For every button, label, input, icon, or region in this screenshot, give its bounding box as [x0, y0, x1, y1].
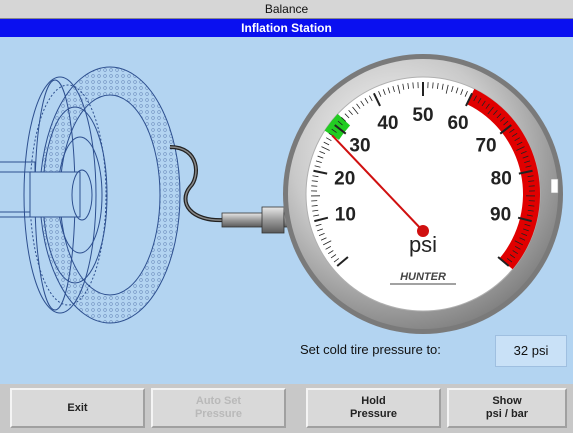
gauge-tick-label: 70 — [475, 136, 496, 157]
gauge-minor-tick — [412, 82, 414, 89]
gauge-tick-label: 50 — [412, 105, 433, 126]
gauge-unit-label: psi — [409, 232, 437, 257]
gauge-minor-tick — [432, 82, 434, 89]
screen-title: Inflation Station — [0, 19, 573, 37]
gauge-brand-logo: HUNTER — [400, 271, 446, 283]
gauge-tick-label: 90 — [490, 204, 511, 225]
setpoint-label: Set cold tire pressure to: — [300, 342, 441, 357]
tire-outline-icon — [0, 66, 181, 324]
gauge-tick-label: 80 — [491, 168, 512, 189]
inflation-station-screen: Balance Inflation Station 10 20 30 40 50… — [0, 0, 573, 433]
exit-button[interactable]: Exit — [10, 388, 145, 428]
gauge-tick-label: 60 — [447, 113, 468, 134]
show-units-button[interactable]: Show psi / bar — [447, 388, 567, 428]
air-hose-icon — [169, 145, 299, 234]
window-title: Balance — [0, 0, 573, 19]
gauge-tick-label: 30 — [349, 136, 370, 157]
scene-svg: 10 20 30 40 50 60 70 80 90 psi HUNTER — [0, 54, 563, 334]
setpoint-value: 32 psi — [495, 335, 567, 367]
gauge-tick-label: 20 — [334, 168, 355, 189]
inflation-scene: 10 20 30 40 50 60 70 80 90 psi HUNTER — [0, 37, 573, 384]
hold-pressure-button[interactable]: Hold Pressure — [306, 388, 441, 428]
button-toolbar: Exit Auto Set Pressure Hold Pressure Sho… — [0, 384, 573, 433]
auto-set-pressure-button[interactable]: Auto Set Pressure — [151, 388, 286, 428]
gauge-tick-label: 40 — [377, 113, 398, 134]
gauge-tick-label: 10 — [335, 204, 356, 225]
pressure-gauge-icon: 10 20 30 40 50 60 70 80 90 psi HUNTER — [283, 54, 563, 334]
